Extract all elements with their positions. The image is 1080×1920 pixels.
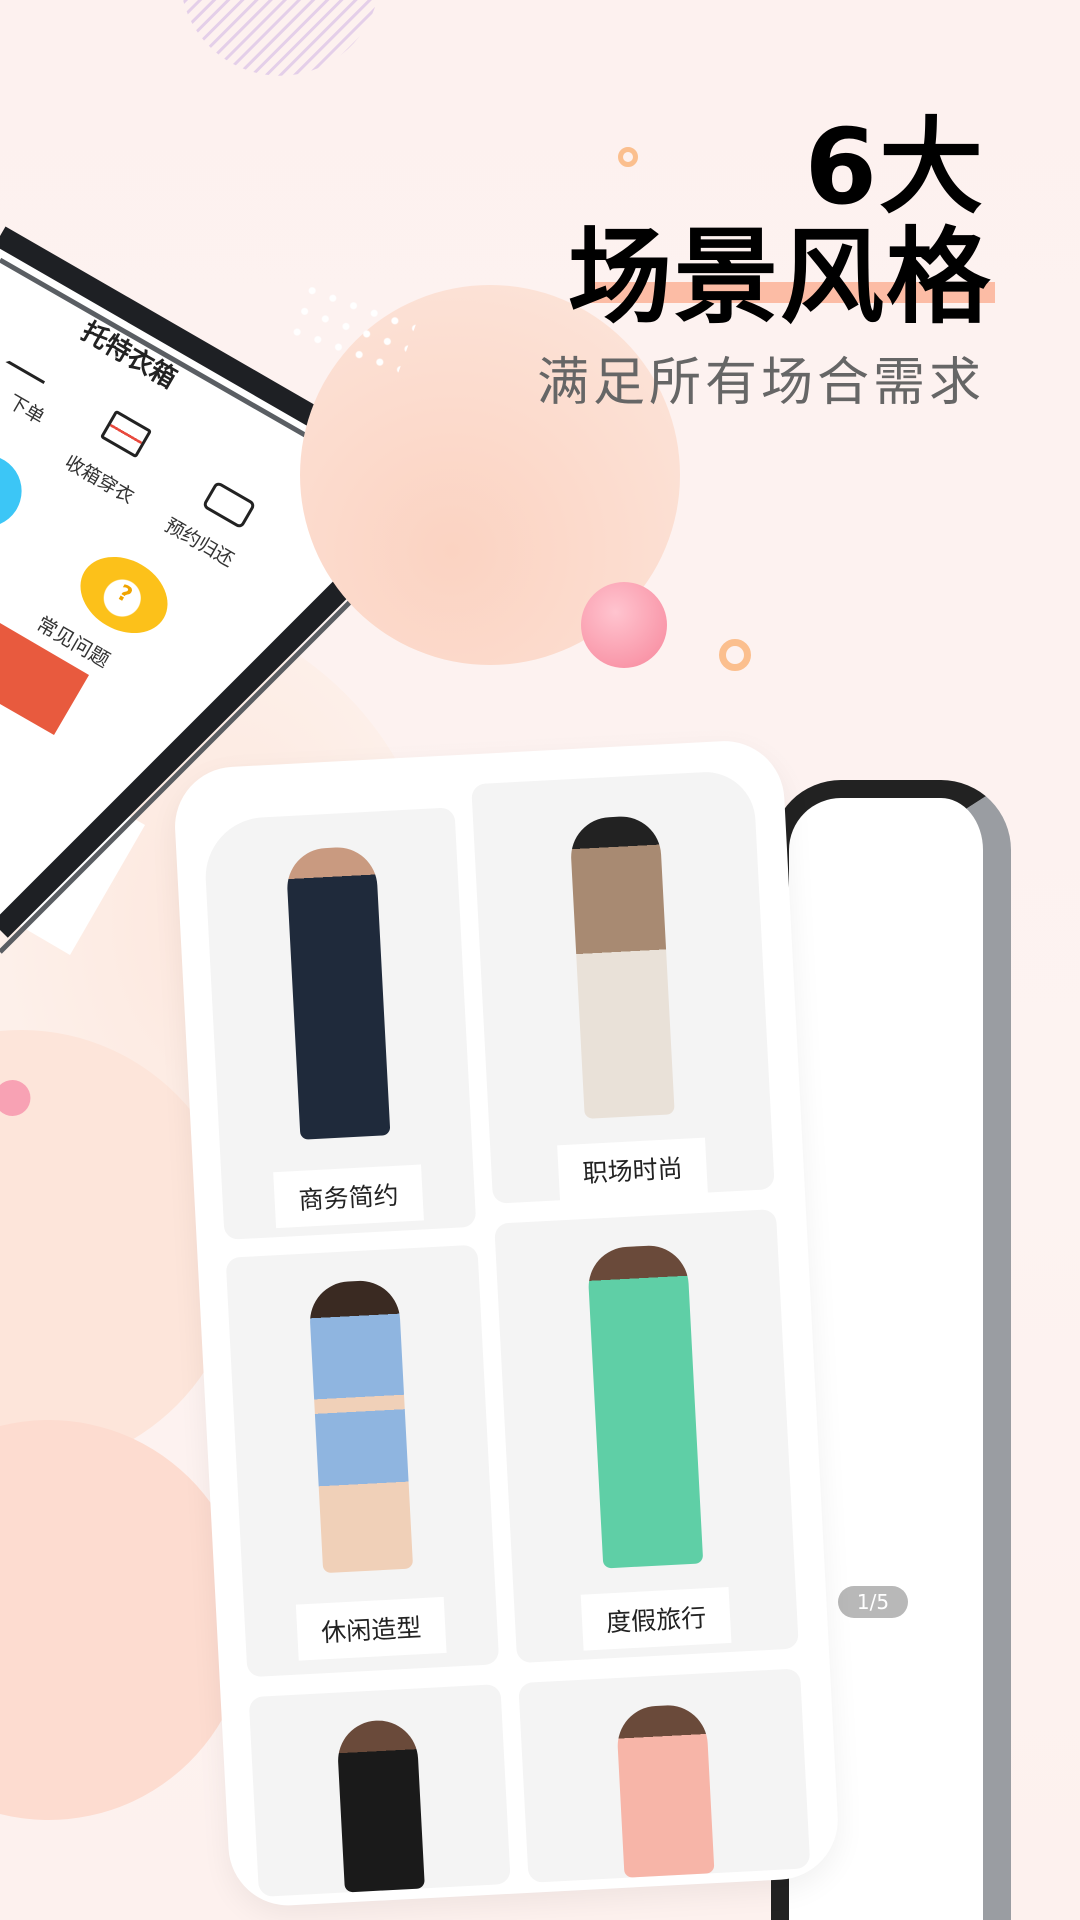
scene-cell-business[interactable]: 商务简约 bbox=[202, 807, 477, 1240]
page-indicator: 1/5 bbox=[838, 1586, 908, 1618]
pink-ball-decoration bbox=[581, 582, 667, 668]
model-image bbox=[615, 1703, 715, 1878]
scene-style-card: 商务简约 职场时尚 休闲造型 度假旅行 bbox=[172, 738, 841, 1909]
scene-label: 商务简约 bbox=[273, 1164, 424, 1229]
scene-label: 职场时尚 bbox=[557, 1137, 708, 1202]
scene-cell-6[interactable] bbox=[518, 1668, 811, 1883]
ring-decoration bbox=[719, 639, 751, 671]
headline-line2: 场景风格 bbox=[567, 216, 992, 338]
model-image bbox=[336, 1718, 425, 1893]
scene-cell-casual[interactable]: 休闲造型 bbox=[225, 1244, 500, 1678]
scene-cell-vacation[interactable]: 度假旅行 bbox=[494, 1209, 799, 1664]
model-image bbox=[308, 1278, 414, 1574]
model-image bbox=[586, 1243, 704, 1569]
scene-cell-workplace[interactable]: 职场时尚 bbox=[471, 769, 775, 1204]
striped-circle-decoration bbox=[183, 0, 377, 76]
scene-label: 休闲造型 bbox=[295, 1596, 447, 1661]
scene-label: 度假旅行 bbox=[580, 1586, 732, 1651]
model-image bbox=[285, 845, 391, 1140]
scene-cell-5[interactable] bbox=[248, 1684, 511, 1897]
model-image bbox=[569, 814, 675, 1119]
small-ring-decoration bbox=[618, 147, 638, 167]
headline-subtitle: 满足所有场合需求 bbox=[536, 353, 985, 413]
